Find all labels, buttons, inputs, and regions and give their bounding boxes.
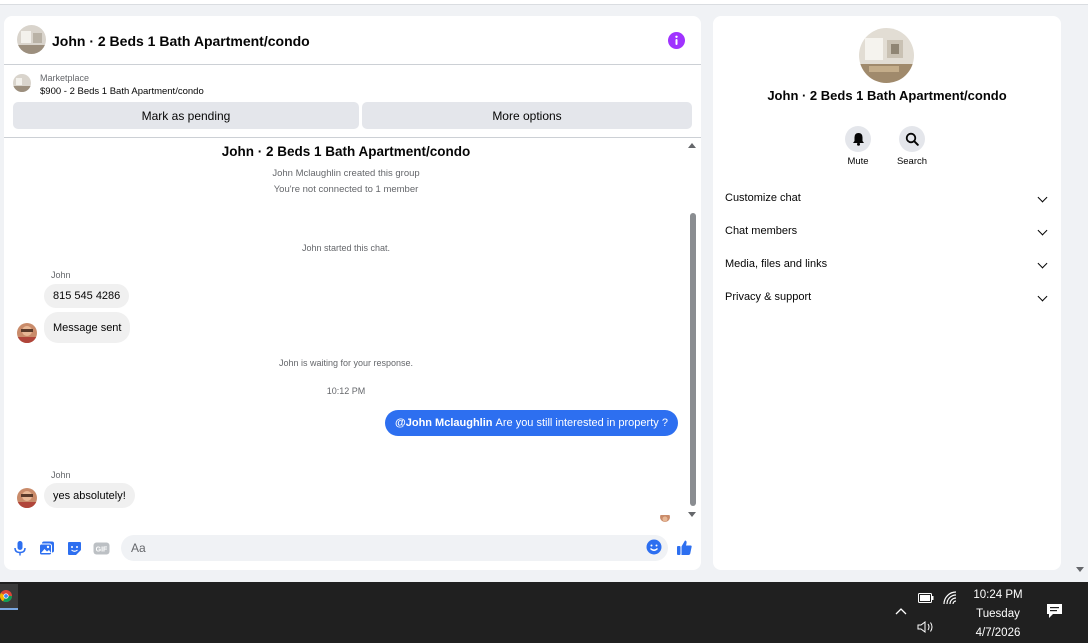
message-text: Message sent <box>53 321 122 334</box>
message-text: 815 545 4286 <box>53 290 121 302</box>
taskbar-clock[interactable]: 10:24 PM Tuesday 4/7/2026 <box>966 586 1030 643</box>
outgoing-message[interactable]: @John Mclaughlin Are you still intereste… <box>385 410 678 436</box>
message-text: Are you still interested in property ? <box>495 417 668 429</box>
listing-thumbnail[interactable] <box>17 25 46 54</box>
wifi-icon[interactable] <box>942 590 960 606</box>
photo-icon[interactable] <box>38 539 56 557</box>
message-timestamp: 10:12 PM <box>326 386 366 396</box>
scroll-up-arrow[interactable] <box>688 143 696 148</box>
gif-icon[interactable]: GIF <box>92 539 110 557</box>
listing-small-thumbnail[interactable] <box>13 74 31 92</box>
bell-icon <box>852 133 864 146</box>
chat-details-panel: John · 2 Beds 1 Bath Apartment/condo Mut… <box>713 16 1061 570</box>
search-icon <box>905 132 919 146</box>
info-icon[interactable] <box>668 32 685 49</box>
chat-header: John · 2 Beds 1 Bath Apartment/condo <box>4 16 701 65</box>
section-label: Customize chat <box>725 192 801 204</box>
message-input[interactable] <box>121 535 668 561</box>
show-hidden-icons-icon[interactable] <box>894 604 908 618</box>
mark-as-pending-button[interactable]: Mark as pending <box>13 102 359 129</box>
search-button[interactable] <box>899 126 925 152</box>
chevron-down-icon <box>1037 192 1048 203</box>
chat-started-notice: John started this chat. <box>301 243 391 253</box>
sender-name: John <box>51 270 71 280</box>
more-options-button[interactable]: More options <box>362 102 692 129</box>
chrome-taskbar-icon[interactable] <box>0 584 18 610</box>
incoming-message[interactable]: 815 545 4286 <box>44 284 130 308</box>
incoming-message[interactable]: Message sent <box>44 312 131 343</box>
created-notice: John Mclaughlin created this group <box>272 168 420 179</box>
message-scrollbar-thumb[interactable] <box>690 213 696 506</box>
marketplace-listing-bar: Marketplace $900 - 2 Beds 1 Bath Apartme… <box>4 65 701 138</box>
scroll-down-arrow[interactable] <box>688 512 696 517</box>
microphone-icon[interactable] <box>11 539 29 557</box>
sticker-icon[interactable] <box>65 539 83 557</box>
section-label: Chat members <box>725 225 798 237</box>
john-avatar[interactable] <box>17 323 37 343</box>
privacy-support-section[interactable]: Privacy & support <box>717 283 1054 311</box>
chevron-down-icon <box>1037 225 1048 236</box>
seen-avatar <box>660 512 670 522</box>
sender-name: John <box>51 470 71 480</box>
chevron-down-icon <box>1037 258 1048 269</box>
clock-date: 4/7/2026 <box>975 627 1021 639</box>
page-scroll-down-arrow[interactable] <box>1076 567 1084 572</box>
listing-price-title[interactable]: $900 - 2 Beds 1 Bath Apartment/condo <box>40 86 204 97</box>
incoming-message[interactable]: yes absolutely! <box>44 483 135 508</box>
message-text: yes absolutely! <box>53 489 126 502</box>
mention-tag[interactable]: @John Mclaughlin <box>395 417 493 429</box>
media-files-links-section[interactable]: Media, files and links <box>717 250 1054 278</box>
thumbs-up-icon[interactable] <box>675 538 693 556</box>
section-label: Media, files and links <box>725 258 828 270</box>
search-label: Search <box>896 156 928 167</box>
conversation-name: John · 2 Beds 1 Bath Apartment/condo <box>767 88 1007 103</box>
gif-text: GIF <box>95 546 107 553</box>
customize-chat-section[interactable]: Customize chat <box>717 184 1054 212</box>
chat-panel: John · 2 Beds 1 Bath Apartment/condo Mar… <box>4 16 701 570</box>
composer-bar: GIF <box>4 526 701 570</box>
section-label: Privacy & support <box>725 291 812 303</box>
waiting-notice: John is waiting for your response. <box>278 358 414 368</box>
chat-title[interactable]: John · 2 Beds 1 Bath Apartment/condo <box>52 33 310 49</box>
browser-top-edge <box>0 0 1088 5</box>
windows-taskbar: 10:24 PM Tuesday 4/7/2026 <box>0 582 1088 643</box>
chat-members-section[interactable]: Chat members <box>717 217 1054 245</box>
marketplace-label: Marketplace <box>40 73 90 83</box>
emoji-icon[interactable] <box>645 538 663 556</box>
notifications-icon[interactable] <box>1045 602 1063 620</box>
group-title: John · 2 Beds 1 Bath Apartment/condo <box>221 144 471 159</box>
john-avatar[interactable] <box>17 488 37 508</box>
clock-time: 10:24 PM <box>973 589 1023 601</box>
mute-label: Mute <box>847 156 869 167</box>
battery-icon[interactable] <box>917 592 935 604</box>
listing-profile-image[interactable] <box>859 28 914 83</box>
clock-day: Tuesday <box>976 608 1020 620</box>
chevron-down-icon <box>1037 291 1048 302</box>
speaker-icon[interactable] <box>916 620 936 634</box>
mute-button[interactable] <box>845 126 871 152</box>
not-connected-notice: You're not connected to 1 member <box>273 184 419 195</box>
